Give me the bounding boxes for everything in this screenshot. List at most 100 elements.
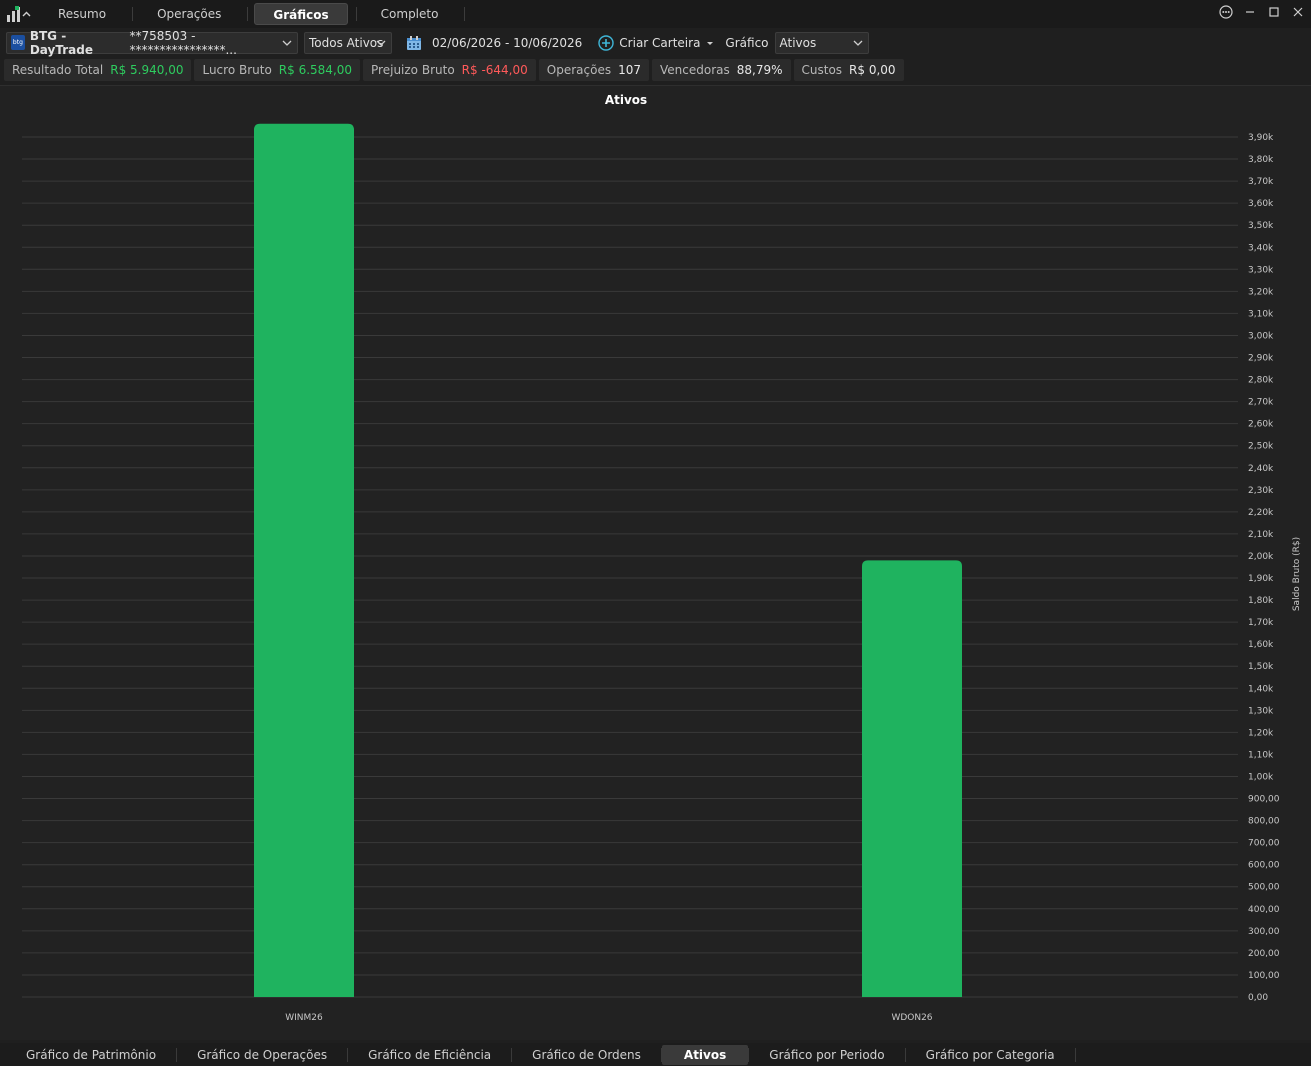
stat-label: Resultado Total xyxy=(12,63,104,77)
stat-value: 88,79% xyxy=(736,63,783,77)
y-tick-label: 2,70k xyxy=(1248,398,1274,408)
asset-filter-value: Todos Ativos xyxy=(309,35,384,50)
stat-label: Custos xyxy=(801,63,843,77)
stat-value: R$ 0,00 xyxy=(849,63,896,77)
chevron-down-icon xyxy=(853,40,862,46)
y-tick-label: 3,10k xyxy=(1248,309,1274,319)
y-tick-label: 2,60k xyxy=(1248,420,1274,430)
y-tick-label: 1,20k xyxy=(1248,728,1274,738)
tab-grafico-periodo[interactable]: Gráfico por Periodo xyxy=(749,1045,904,1065)
summary-stats: Resultado Total R$ 5.940,00 Lucro Bruto … xyxy=(0,58,1311,82)
y-tick-label: 2,10k xyxy=(1248,530,1274,540)
stat-value: 107 xyxy=(618,63,641,77)
window-controls xyxy=(1219,4,1305,20)
y-tick-label: 700,00 xyxy=(1248,839,1280,849)
tab-completo[interactable]: Completo xyxy=(363,3,457,25)
app-logo-icon[interactable] xyxy=(0,0,40,28)
account-number: **758503 - ****************... xyxy=(129,28,237,57)
chart-panel: 0,00 100,00 200,00 300,00 400,00 500,00 600,00… xyxy=(0,85,1311,1040)
x-tick-label: WINM26 xyxy=(285,1013,323,1023)
chevron-down-icon xyxy=(376,40,386,46)
y-tick-label: 2,80k xyxy=(1248,376,1274,386)
stat-label: Operações xyxy=(546,63,612,77)
x-axis-ticks: WINM26 WDON26 xyxy=(285,1013,933,1023)
y-tick-label: 3,20k xyxy=(1248,287,1274,297)
stat-vencedoras: Vencedoras 88,79% xyxy=(651,59,791,81)
tab-resumo[interactable]: Resumo xyxy=(40,3,124,25)
y-tick-label: 900,00 xyxy=(1248,795,1280,805)
chart-label: Gráfico xyxy=(725,35,769,50)
y-tick-label: 1,70k xyxy=(1248,618,1274,628)
grid-lines xyxy=(22,136,1238,998)
stat-value: R$ 6.584,00 xyxy=(278,63,353,77)
y-tick-label: 100,00 xyxy=(1248,971,1280,981)
stat-label: Vencedoras xyxy=(659,63,730,77)
x-tick-label: WDON26 xyxy=(891,1013,932,1023)
create-wallet-button[interactable]: Criar Carteira xyxy=(598,32,715,54)
more-options-icon[interactable] xyxy=(1219,4,1233,20)
tab-divider xyxy=(247,7,249,21)
minimize-icon[interactable] xyxy=(1243,4,1257,20)
add-circle-icon xyxy=(598,34,614,51)
tab-grafico-ordens[interactable]: Gráfico de Ordens xyxy=(512,1045,661,1065)
y-tick-label: 1,90k xyxy=(1248,574,1274,584)
maximize-icon[interactable] xyxy=(1267,4,1281,20)
y-tick-label: 2,00k xyxy=(1248,552,1274,562)
y-tick-label: 2,40k xyxy=(1248,464,1274,474)
y-tick-label: 1,60k xyxy=(1248,640,1274,650)
tab-ativos[interactable]: Ativos xyxy=(661,1044,749,1065)
y-tick-label: 3,70k xyxy=(1248,177,1274,187)
tab-operacoes[interactable]: Operações xyxy=(139,3,239,25)
stat-value: R$ -644,00 xyxy=(461,63,528,77)
stat-operacoes: Operações 107 xyxy=(538,59,649,81)
tab-grafico-eficiencia[interactable]: Gráfico de Eficiência xyxy=(348,1045,511,1065)
tab-graficos[interactable]: Gráficos xyxy=(254,3,348,25)
tab-grafico-patrimonio[interactable]: Gráfico de Patrimônio xyxy=(6,1045,176,1065)
chart-type-select[interactable]: Ativos xyxy=(774,31,869,54)
y-tick-label: 1,30k xyxy=(1248,706,1274,716)
chart-type-value: Ativos xyxy=(779,35,817,50)
asset-filter-select[interactable]: Todos Ativos xyxy=(304,31,392,54)
title-bar: Resumo Operações Gráficos Completo xyxy=(0,0,1311,28)
y-tick-label: 200,00 xyxy=(1248,949,1280,959)
stat-lucro-bruto: Lucro Bruto R$ 6.584,00 xyxy=(194,59,361,81)
stat-custos: Custos R$ 0,00 xyxy=(793,59,904,81)
y-tick-label: 3,50k xyxy=(1248,221,1274,231)
y-tick-label: 300,00 xyxy=(1248,927,1280,937)
tab-grafico-operacoes[interactable]: Gráfico de Operações xyxy=(177,1045,347,1065)
account-name: BTG - DayTrade xyxy=(29,28,93,57)
caret-down-icon xyxy=(707,41,714,45)
y-tick-label: 0,00 xyxy=(1248,993,1268,1003)
calendar-icon xyxy=(407,35,421,50)
tab-divider xyxy=(355,7,357,21)
date-range-picker[interactable]: 02/06/2026 - 10/06/2026 xyxy=(406,32,582,54)
y-tick-label: 800,00 xyxy=(1248,817,1280,827)
stat-label: Prejuizo Bruto xyxy=(371,63,455,77)
create-wallet-label: Criar Carteira xyxy=(619,35,701,50)
bar-chart: 0,00 100,00 200,00 300,00 400,00 500,00 600,00… xyxy=(22,93,1302,1023)
stat-label: Lucro Bruto xyxy=(202,63,272,77)
tab-divider xyxy=(464,7,466,21)
y-tick-label: 3,30k xyxy=(1248,265,1274,275)
filter-toolbar: btg BTG - DayTrade **758503 - **********… xyxy=(0,28,1311,57)
main-tabs: Resumo Operações Gráficos Completo xyxy=(40,0,471,28)
account-select[interactable]: btg BTG - DayTrade **758503 - **********… xyxy=(6,28,298,57)
y-axis-ticks: 0,00 100,00 200,00 300,00 400,00 500,00 600,00… xyxy=(1248,133,1280,1003)
y-tick-label: 2,90k xyxy=(1248,354,1274,364)
close-icon[interactable] xyxy=(1291,4,1305,20)
y-tick-label: 1,00k xyxy=(1248,772,1274,782)
y-tick-label: 3,80k xyxy=(1248,155,1274,165)
tab-divider xyxy=(132,7,134,21)
y-tick-label: 400,00 xyxy=(1248,905,1280,915)
y-tick-label: 2,50k xyxy=(1248,442,1274,452)
y-tick-label: 1,40k xyxy=(1248,684,1274,694)
stat-value: R$ 5.940,00 xyxy=(110,63,184,77)
y-tick-label: 1,10k xyxy=(1248,750,1274,760)
y-tick-label: 1,50k xyxy=(1248,662,1274,672)
stat-prejuizo-bruto: Prejuizo Bruto R$ -644,00 xyxy=(363,59,536,81)
y-tick-label: 2,30k xyxy=(1248,486,1274,496)
chevron-down-icon xyxy=(282,40,292,46)
tab-grafico-categoria[interactable]: Gráfico por Categoria xyxy=(906,1045,1075,1065)
stat-resultado-total: Resultado Total R$ 5.940,00 xyxy=(4,59,192,81)
y-tick-label: 3,60k xyxy=(1248,199,1274,209)
